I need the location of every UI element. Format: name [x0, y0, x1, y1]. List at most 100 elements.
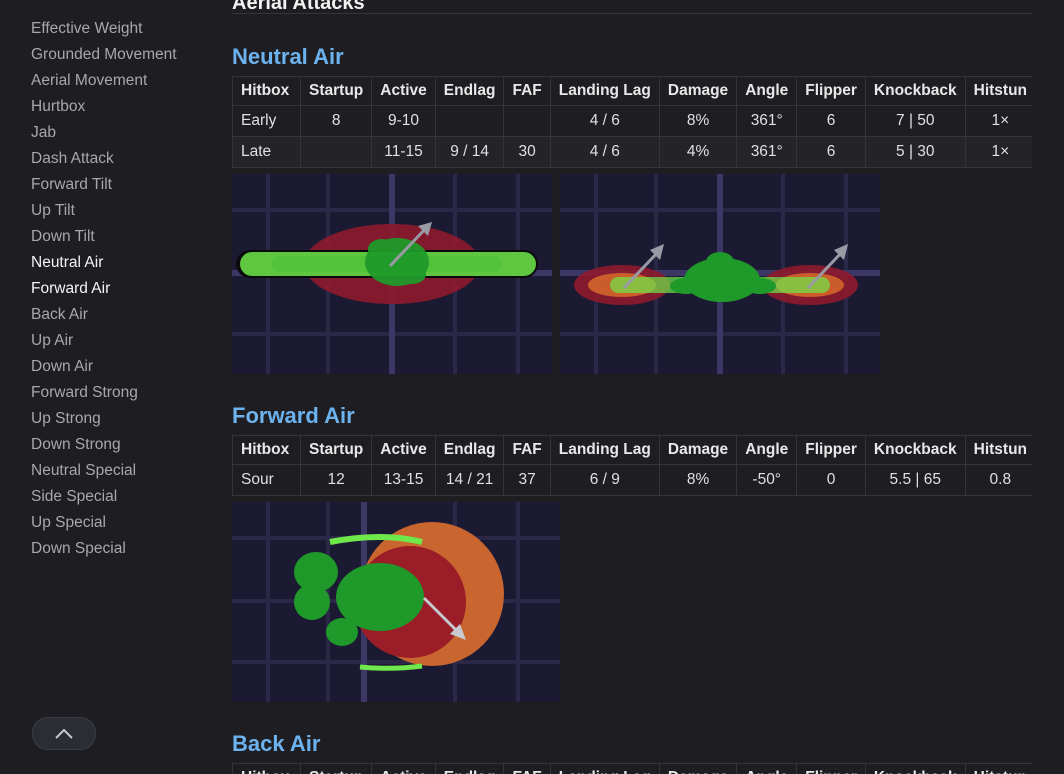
column-header: Damage	[658, 435, 738, 465]
column-header: Flipper	[796, 76, 866, 106]
sidebar-item-up-tilt[interactable]: Up Tilt	[31, 198, 177, 224]
column-header: FAF	[503, 763, 551, 774]
sidebar-item-side-special[interactable]: Side Special	[31, 484, 177, 510]
back-to-top-button[interactable]	[32, 717, 96, 750]
column-header: Landing Lag	[549, 435, 660, 465]
table-cell	[299, 136, 373, 168]
table-cell: 37	[503, 464, 551, 496]
column-header: Active	[371, 76, 436, 106]
column-header: Angle	[736, 76, 798, 106]
table-header-row: HitboxStartupActiveEndlagFAFLanding LagD…	[232, 763, 1032, 774]
sidebar-item-back-air[interactable]: Back Air	[31, 302, 177, 328]
table-cell	[434, 105, 505, 137]
sidebar-item-down-special[interactable]: Down Special	[31, 536, 177, 562]
section-title-back-air: Back Air	[232, 731, 321, 756]
sidebar-item-down-tilt[interactable]: Down Tilt	[31, 224, 177, 250]
column-header: Hitstun	[964, 76, 1032, 106]
table-forward-air-wrap: Hitbox Startup Active Endlag FAF Landing Lag D…	[232, 435, 1032, 496]
hitbox-image-neutral-air-early	[232, 174, 552, 374]
column-header: Startup	[299, 76, 373, 106]
table-cell	[503, 105, 551, 137]
column-header: Hitbox	[232, 76, 301, 106]
table-cell: 4 / 6	[549, 105, 660, 137]
column-header: Knockback	[864, 76, 966, 106]
section-title-neutral-air: Neutral Air	[232, 44, 344, 69]
main-content: Aerial Attacks Neutral Air Hitbox Startup…	[232, 0, 1032, 774]
sidebar: Effective Weight Grounded Movement Aerial …	[0, 0, 215, 774]
frame-data-table-forward-air: Hitbox Startup Active Endlag FAF Landing Lag D…	[232, 435, 1032, 496]
table-cell: 8	[299, 105, 373, 137]
sidebar-item-up-strong[interactable]: Up Strong	[31, 406, 177, 432]
sidebar-item-effective-weight[interactable]: Effective Weight	[31, 16, 177, 42]
sidebar-item-dash-attack[interactable]: Dash Attack	[31, 146, 177, 172]
sidebar-item-jab[interactable]: Jab	[31, 120, 177, 146]
table-neutral-air-wrap: Hitbox Startup Active Endlag FAF Landing Lag D…	[232, 76, 1032, 168]
table-cell: 4%	[658, 136, 738, 168]
sidebar-item-down-air[interactable]: Down Air	[31, 354, 177, 380]
column-header: Hitbox	[232, 435, 301, 465]
column-header: Startup	[299, 763, 373, 774]
column-header: Angle	[736, 763, 798, 774]
column-header: Damage	[658, 763, 738, 774]
column-header: FAF	[503, 76, 551, 106]
sidebar-item-aerial-movement[interactable]: Aerial Movement	[31, 68, 177, 94]
sidebar-item-neutral-special[interactable]: Neutral Special	[31, 458, 177, 484]
column-header: Active	[371, 435, 436, 465]
table-cell: 12	[299, 464, 373, 496]
column-header: Damage	[658, 76, 738, 106]
table-cell: 0.8	[964, 464, 1032, 496]
column-header: Hitbox	[232, 763, 301, 774]
column-header: Knockback	[864, 763, 966, 774]
table-cell: 9 / 14	[434, 136, 505, 168]
table-cell: 13-15	[371, 464, 436, 496]
sidebar-item-hurtbox[interactable]: Hurtbox	[31, 94, 177, 120]
section-title-forward-air: Forward Air	[232, 403, 355, 428]
sidebar-list: Effective Weight Grounded Movement Aerial …	[31, 16, 177, 562]
table-cell: 6	[796, 105, 866, 137]
frame-data-table-neutral-air: Hitbox Startup Active Endlag FAF Landing Lag D…	[232, 76, 1032, 168]
table-cell: 361°	[736, 105, 798, 137]
table-cell: 7 | 50	[864, 105, 966, 137]
table-cell: Sour	[232, 464, 301, 496]
column-header: Hitstun	[964, 435, 1032, 465]
column-header: Flipper	[796, 435, 866, 465]
table-cell: 4 / 6	[549, 136, 660, 168]
sidebar-item-up-special[interactable]: Up Special	[31, 510, 177, 536]
frame-data-table-back-air: HitboxStartupActiveEndlagFAFLanding LagD…	[232, 763, 1032, 774]
column-header: Flipper	[796, 763, 866, 774]
table-cell: 361°	[736, 136, 798, 168]
sidebar-item-up-air[interactable]: Up Air	[31, 328, 177, 354]
column-header: Angle	[736, 435, 798, 465]
hitbox-image-forward-air-sour	[232, 502, 560, 702]
column-header: Knockback	[864, 435, 966, 465]
table-cell: Early	[232, 105, 301, 137]
chevron-up-icon	[55, 728, 73, 739]
sidebar-item-down-strong[interactable]: Down Strong	[31, 432, 177, 458]
table-cell: 11-15	[371, 136, 436, 168]
hitbox-image-neutral-air-late	[560, 174, 880, 374]
column-header: Landing Lag	[549, 763, 660, 774]
table-cell: 1×	[964, 136, 1032, 168]
table-cell: 30	[503, 136, 551, 168]
table-cell: 9-10	[371, 105, 436, 137]
table-header-row: HitboxStartupActiveEndlagFAFLanding LagD…	[232, 435, 1032, 465]
column-header: Startup	[299, 435, 373, 465]
table-row: Early 8 9-10 4 / 6 8% 361° 6 7 | 50 1×	[232, 105, 1032, 137]
header-divider	[232, 13, 1032, 14]
sidebar-item-neutral-air[interactable]: Neutral Air	[31, 250, 177, 276]
table-cell: 6	[796, 136, 866, 168]
sidebar-item-forward-tilt[interactable]: Forward Tilt	[31, 172, 177, 198]
sidebar-item-forward-air[interactable]: Forward Air	[31, 276, 177, 302]
sidebar-item-forward-strong[interactable]: Forward Strong	[31, 380, 177, 406]
table-back-air-wrap: HitboxStartupActiveEndlagFAFLanding LagD…	[232, 763, 1032, 774]
table-cell: 0	[796, 464, 866, 496]
table-cell: Late	[232, 136, 301, 168]
column-header: Endlag	[434, 435, 505, 465]
table-cell: 6 / 9	[549, 464, 660, 496]
column-header: FAF	[503, 435, 551, 465]
table-cell: 5.5 | 65	[864, 464, 966, 496]
table-row: Sour 12 13-15 14 / 21 37 6 / 9 8% -50° 0 5.5 | 65…	[232, 464, 1032, 496]
table-cell: 8%	[658, 464, 738, 496]
column-header: Endlag	[434, 76, 505, 106]
sidebar-item-grounded-movement[interactable]: Grounded Movement	[31, 42, 177, 68]
